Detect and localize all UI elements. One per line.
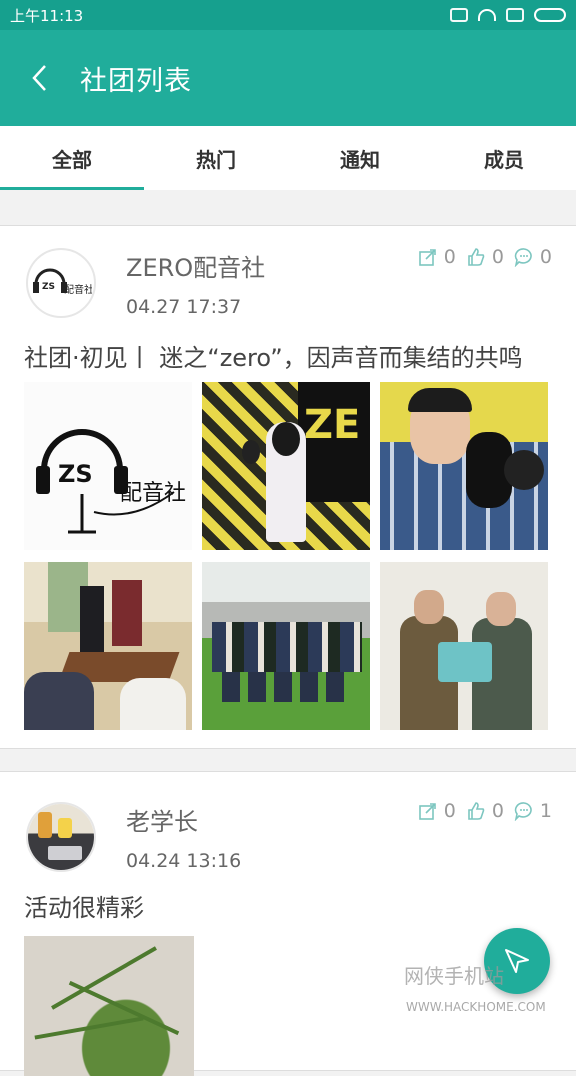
status-time: 上午11:13	[10, 6, 84, 25]
author-name[interactable]: 老学长	[126, 802, 198, 837]
sim-icon	[506, 8, 524, 22]
tab-label: 热门	[196, 147, 236, 172]
logo-text: 配音社	[120, 481, 186, 506]
app-bar: 社团列表	[0, 30, 576, 126]
post-time: 04.24 13:16	[126, 850, 242, 872]
share-count: 0	[443, 800, 456, 822]
wifi-icon	[478, 9, 496, 21]
tab-label: 全部	[52, 147, 92, 172]
tab-label: 通知	[340, 147, 380, 172]
comment-count: 0	[539, 246, 552, 268]
share-icon	[418, 249, 436, 266]
mute-icon	[450, 8, 468, 22]
author-name[interactable]: ZERO配音社	[126, 248, 265, 283]
tab-hot[interactable]: 热门	[144, 126, 288, 190]
battery-icon	[534, 8, 566, 22]
photo-two-members[interactable]	[380, 562, 548, 730]
chevron-left-icon	[32, 65, 46, 91]
watermark-url: WWW.HACKHOME.COM	[406, 1000, 546, 1014]
photo-group-lawn[interactable]	[202, 562, 370, 730]
comment-count: 1	[539, 800, 552, 822]
share-count: 0	[443, 246, 456, 268]
svg-text:ZS: ZS	[58, 460, 93, 488]
photo-classroom[interactable]	[24, 562, 192, 730]
photo-grid: ZS 配音社 ZE	[24, 382, 552, 730]
post-stats: 0 0 1	[418, 800, 552, 822]
share-icon	[418, 803, 436, 820]
tab-notice[interactable]: 通知	[288, 126, 432, 190]
post-time: 04.27 17:37	[126, 296, 242, 318]
watermark: 网侠手机站	[404, 964, 504, 988]
comment-icon	[514, 248, 532, 267]
photo-plant[interactable]	[24, 936, 194, 1076]
tab-bar: 全部 热门 通知 成员	[0, 126, 576, 190]
avatar-text: 配音社	[64, 283, 92, 296]
comment-stat[interactable]: 0	[514, 246, 552, 268]
post-card[interactable]: ZS 配音社 ZERO配音社 04.27 17:37 0 0 0 社团·初见丨 …	[0, 225, 576, 749]
page-title: 社团列表	[80, 65, 192, 97]
comment-icon	[514, 802, 532, 821]
thumbs-up-icon	[468, 802, 485, 820]
photo-club-logo[interactable]: ZS 配音社	[24, 382, 192, 550]
like-count: 0	[491, 246, 504, 268]
photo-studio-recording[interactable]	[380, 382, 548, 550]
post-stats: 0 0 0	[418, 246, 552, 268]
like-stat[interactable]: 0	[466, 800, 504, 822]
avatar-photo	[28, 804, 94, 870]
club-logo-image: ZS 配音社	[36, 429, 186, 534]
comment-stat[interactable]: 1	[514, 800, 552, 822]
avatar[interactable]	[26, 802, 96, 872]
tab-members[interactable]: 成员	[432, 126, 576, 190]
club-logo-icon: ZS 配音社	[33, 268, 92, 296]
status-bar: 上午11:13	[0, 0, 576, 30]
status-icons	[450, 8, 566, 22]
photo-studio-singer[interactable]: ZE	[202, 382, 370, 550]
svg-text:ZS: ZS	[42, 282, 55, 292]
tab-all[interactable]: 全部	[0, 126, 144, 190]
paper-plane-icon	[505, 949, 529, 973]
post-text: 活动很精彩	[24, 894, 144, 922]
share-stat[interactable]: 0	[418, 246, 456, 268]
like-stat[interactable]: 0	[466, 246, 504, 268]
post-text: 社团·初见丨 迷之“zero”，因声音而集结的共鸣	[24, 344, 523, 372]
post-card[interactable]: 老学长 04.24 13:16 0 0 1 活动很精彩	[0, 771, 576, 1076]
tab-label: 成员	[484, 147, 524, 172]
thumbs-up-icon	[468, 248, 485, 266]
back-button[interactable]	[0, 30, 80, 126]
share-stat[interactable]: 0	[418, 800, 456, 822]
like-count: 0	[491, 800, 504, 822]
avatar[interactable]: ZS 配音社	[26, 248, 96, 318]
